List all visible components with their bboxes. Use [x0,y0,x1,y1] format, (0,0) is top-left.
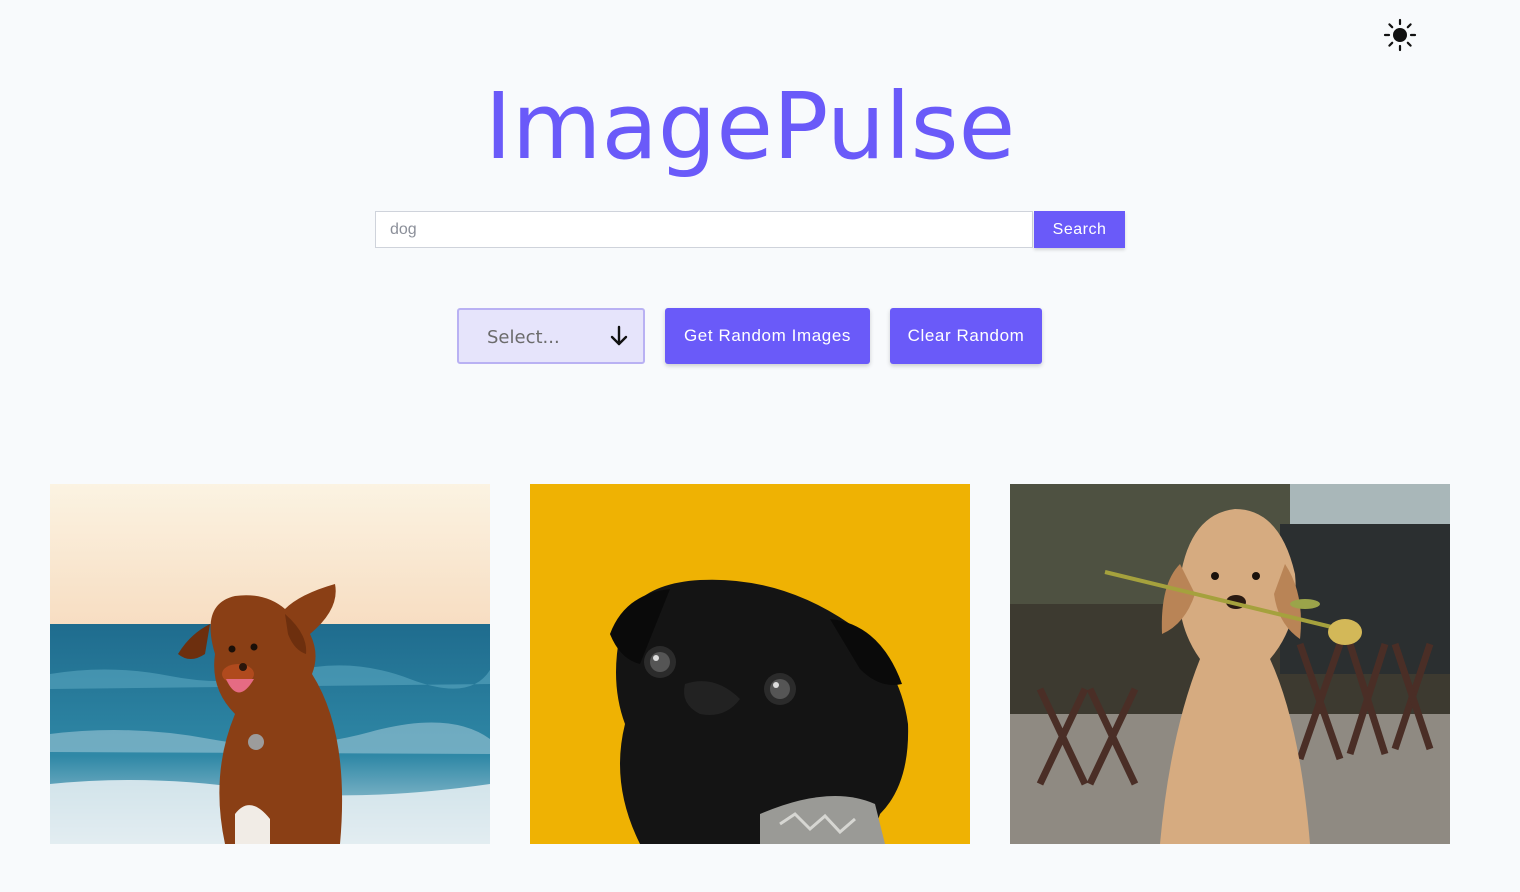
dog-beach-image [50,484,490,844]
count-select[interactable]: Select... [457,308,645,364]
theme-toggle-button[interactable] [1383,18,1417,52]
app-title: ImagePulse [484,73,1016,180]
arrow-down-icon [610,325,628,346]
pug-image [530,484,970,844]
clear-random-button[interactable]: Clear Random [890,308,1042,364]
search-input[interactable] [375,211,1033,248]
get-random-images-button[interactable]: Get Random Images [665,308,870,364]
search-button[interactable]: Search [1034,211,1125,248]
sun-icon [1383,18,1417,52]
gallery-image[interactable] [530,484,970,844]
gallery-image[interactable] [50,484,490,844]
select-placeholder: Select... [487,327,560,348]
gallery-image[interactable] [1010,484,1450,844]
retriever-tulip-image [1010,484,1450,844]
